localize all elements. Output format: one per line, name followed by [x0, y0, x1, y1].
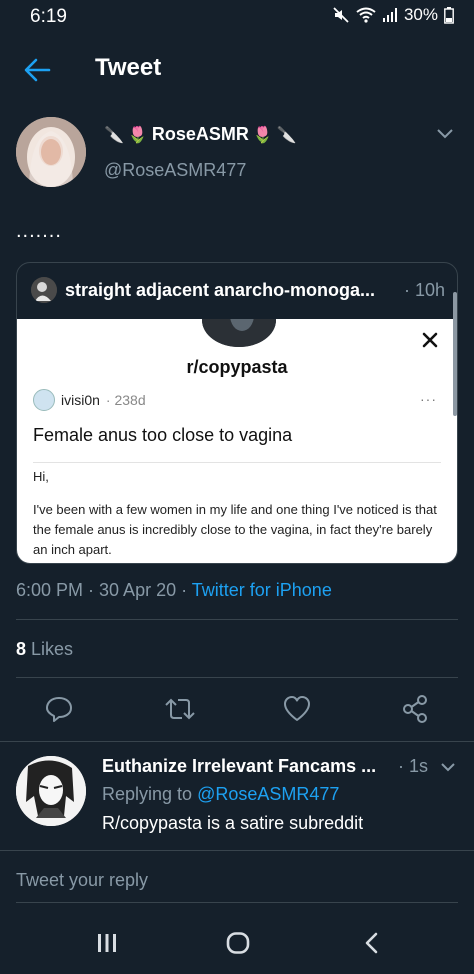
likes-label: Likes: [26, 639, 74, 659]
quoted-author-avatar: [31, 277, 57, 303]
reddit-post-greeting: Hi,: [33, 469, 49, 484]
retweet-icon[interactable]: [164, 694, 196, 724]
tweet-text: .......: [16, 220, 62, 242]
share-icon[interactable]: [401, 694, 429, 724]
replying-mention-link[interactable]: @RoseASMR477: [197, 784, 339, 804]
reply-text: R/copypasta is a satire subreddit: [102, 813, 364, 833]
battery-icon: [444, 6, 454, 24]
tulip-emoji-icon: 🌷: [127, 126, 148, 144]
back-arrow-icon[interactable]: [22, 56, 52, 84]
replying-prefix: Replying to: [102, 784, 198, 804]
home-icon[interactable]: [226, 932, 250, 954]
author-name-text: RoseASMR: [151, 124, 249, 144]
back-nav-icon[interactable]: [362, 932, 380, 954]
status-time: 6:19: [30, 6, 67, 27]
reply-author-name[interactable]: Euthanize Irrelevant Fancams ...: [102, 756, 392, 777]
wifi-icon: [356, 7, 376, 23]
author-avatar[interactable]: [16, 117, 86, 187]
section-divider: [0, 741, 474, 742]
reddit-post-body: I've been with a few women in my life an…: [33, 502, 437, 557]
battery-percent: 30%: [403, 5, 438, 24]
reply-input[interactable]: Tweet your reply: [16, 870, 148, 891]
quoted-author-name: straight adjacent anarcho-monoga...: [65, 279, 376, 300]
reply-time: · 1s: [398, 756, 429, 776]
quoted-tweet-image[interactable]: r/copypasta ivisi0n · 238d ··· Female an…: [17, 319, 457, 563]
status-bar: 6:19 30%: [0, 0, 474, 36]
top-header: Tweet: [0, 44, 474, 96]
section-divider: [0, 850, 474, 851]
author-display-name[interactable]: 🔪 🌷 RoseASMR 🌷 🔪: [104, 124, 297, 145]
subreddit-name: r/copypasta: [186, 357, 288, 377]
tweet-meta: 6:00 PM · 30 Apr 20 · Twitter for iPhone: [16, 580, 332, 601]
knife-emoji-icon: 🔪: [276, 126, 297, 144]
tweet-detail-screen: 6:19 30% Tweet 🔪 🌷 RoseASMR 🌷 🔪 @RoseASM…: [0, 0, 474, 974]
reddit-post-title: Female anus too close to vagina: [33, 425, 293, 445]
quoted-tweet-card[interactable]: straight adjacent anarcho-monoga... · 10…: [16, 262, 458, 564]
tulip-emoji-icon: 🌷: [252, 126, 273, 144]
divider: [16, 677, 458, 678]
recent-apps-icon[interactable]: [96, 932, 118, 954]
replying-to: Replying to @RoseASMR477: [102, 784, 339, 805]
android-nav-bar: [0, 914, 474, 974]
tweet-actions: [0, 694, 474, 728]
reddit-user-avatar: [33, 389, 55, 411]
status-icons: 30%: [332, 5, 454, 25]
page-title: Tweet: [95, 54, 162, 81]
reply-input-underline: [16, 902, 458, 903]
close-icon: [422, 332, 438, 348]
likes-count[interactable]: 8 Likes: [16, 639, 73, 660]
author-handle[interactable]: @RoseASMR477: [104, 160, 246, 181]
quoted-tweet-time: · 10h: [403, 279, 445, 300]
reddit-username: ivisi0n: [61, 392, 100, 408]
more-options-icon: ···: [420, 391, 437, 407]
subreddit-avatar: [202, 319, 276, 347]
tweet-source-link[interactable]: Twitter for iPhone: [192, 580, 332, 600]
likes-number: 8: [16, 639, 27, 659]
reply-author-avatar[interactable]: [16, 756, 86, 826]
knife-emoji-icon: 🔪: [104, 126, 124, 144]
signal-icon: [382, 8, 397, 22]
reddit-divider: [33, 462, 441, 463]
divider: [16, 619, 458, 620]
like-heart-icon[interactable]: [283, 694, 311, 724]
reddit-post-age: · 238d: [105, 392, 146, 408]
scrollbar-thumb[interactable]: [453, 292, 457, 416]
reddit-post-user: ivisi0n · 238d: [33, 389, 146, 411]
reply-avatar-image: [16, 756, 86, 826]
chevron-down-icon[interactable]: [440, 762, 456, 773]
mute-icon: [333, 7, 349, 23]
chevron-down-icon[interactable]: [436, 128, 454, 140]
quoted-tweet-header: straight adjacent anarcho-monoga... · 10…: [31, 277, 445, 303]
reply-icon[interactable]: [45, 694, 73, 724]
tweet-timestamp: 6:00 PM · 30 Apr 20 ·: [16, 580, 192, 600]
author-avatar-image: [16, 117, 86, 187]
